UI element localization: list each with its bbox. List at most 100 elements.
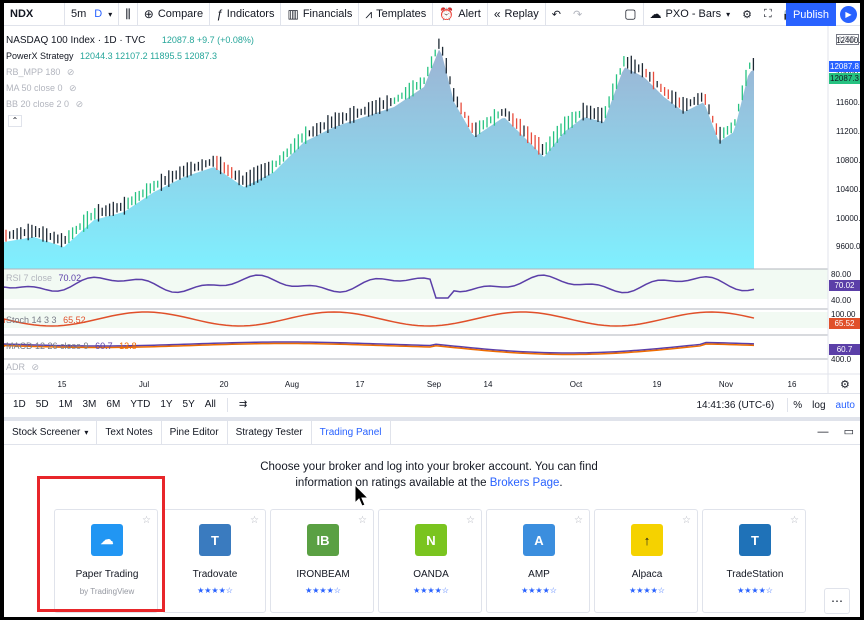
favorite-star-icon[interactable]: ☆ bbox=[682, 515, 691, 526]
price-tick-label: 10800.0 bbox=[836, 156, 860, 165]
play-icon: ▶ bbox=[845, 10, 852, 19]
rating-stars: ★★★★☆ bbox=[521, 586, 557, 595]
macd-legend[interactable]: MACD 12 26 close 9 60.7 13.8 bbox=[6, 341, 137, 351]
time-tick-label: Aug bbox=[285, 380, 299, 389]
broker-name: IRONBEAM bbox=[296, 569, 350, 580]
chart-canvas[interactable]: 12400.012000.011600.011200.010800.010400… bbox=[4, 26, 860, 393]
alert-button[interactable]: ⏰ Alert bbox=[433, 3, 487, 26]
more-options-button[interactable]: ⋯ bbox=[824, 588, 850, 614]
adr-legend[interactable]: ADR ⊘ bbox=[6, 362, 39, 373]
eye-hidden-icon[interactable]: ⊘ bbox=[69, 83, 77, 93]
chart-style-button[interactable]: ⫼ bbox=[119, 3, 137, 26]
favorite-star-icon[interactable]: ☆ bbox=[466, 515, 475, 526]
broker-name: AMP bbox=[528, 569, 550, 580]
financials-button[interactable]: ▥ Financials bbox=[281, 3, 358, 26]
indicator-legend-3[interactable]: BB 20 close 2 0 ⊘ bbox=[6, 99, 83, 110]
chart-type-selector[interactable]: ☁ PXO - Bars ▾ bbox=[644, 3, 737, 26]
tf-6m[interactable]: 6M bbox=[101, 399, 125, 410]
redo-button[interactable]: ↷ bbox=[567, 3, 588, 26]
tf-1d[interactable]: 1D bbox=[8, 399, 31, 410]
clock[interactable]: 14:41:36 (UTC-6) bbox=[691, 400, 779, 411]
tab-pine-editor[interactable]: Pine Editor bbox=[162, 420, 228, 445]
compare-button[interactable]: ⊕ Compare bbox=[138, 3, 209, 26]
eye-hidden-icon[interactable]: ⊘ bbox=[67, 67, 75, 77]
tradovate-logo-icon: T bbox=[199, 524, 231, 556]
tf-3m[interactable]: 3M bbox=[78, 399, 102, 410]
tf-5d[interactable]: 5D bbox=[31, 399, 54, 410]
collapse-legend-button[interactable]: ⌃ bbox=[8, 115, 22, 127]
layout-button[interactable]: ▢ bbox=[618, 3, 642, 26]
chart-area[interactable]: 12400.012000.011600.011200.010800.010400… bbox=[4, 26, 860, 393]
chevron-down-icon: ▾ bbox=[726, 9, 731, 19]
tab-trading-panel[interactable]: Trading Panel bbox=[312, 420, 391, 445]
oanda-logo-icon: N bbox=[415, 524, 447, 556]
templates-button[interactable]: ⩘ Templates bbox=[359, 3, 432, 26]
broker-card-ironbeam[interactable]: ☆ IB IRONBEAM ★★★★☆ bbox=[270, 509, 374, 613]
broker-card-tradovate[interactable]: ☆ T Tradovate ★★★★☆ bbox=[162, 509, 266, 613]
favorite-star-icon[interactable]: ☆ bbox=[790, 515, 799, 526]
indicator-legend-2[interactable]: MA 50 close 0 ⊘ bbox=[6, 83, 77, 94]
currency-badge[interactable]: USD bbox=[836, 34, 859, 45]
function-icon: ƒ bbox=[216, 7, 223, 21]
mouse-cursor-icon bbox=[354, 484, 370, 507]
settings-button[interactable]: ⚙ bbox=[736, 3, 758, 26]
auto-scale-toggle[interactable]: auto bbox=[831, 400, 860, 411]
rating-stars: ★★★★☆ bbox=[305, 586, 341, 595]
tf-all[interactable]: All bbox=[200, 399, 221, 410]
stoch-legend[interactable]: Stoch 14 3 3 65.52 bbox=[6, 315, 86, 325]
indicator-name: MA 50 close 0 bbox=[6, 83, 63, 93]
top-toolbar: NDX 5m D ▾ ⫼ ⊕ Compare ƒ Indicators ▥ Fi… bbox=[4, 3, 860, 26]
tab-stock-screener[interactable]: Stock Screener ▾ bbox=[4, 420, 98, 445]
tab-strategy-tester[interactable]: Strategy Tester bbox=[228, 420, 312, 445]
indicators-label: Indicators bbox=[226, 8, 275, 20]
price-tick-label: 10400.0 bbox=[836, 185, 860, 194]
price-change: 12087.8 +9.7 (+0.08%) bbox=[161, 35, 254, 45]
time-tick-label: 16 bbox=[788, 380, 797, 389]
undo-button[interactable]: ↶ bbox=[546, 3, 567, 26]
broker-name: OANDA bbox=[413, 569, 449, 580]
publish-label: Publish bbox=[792, 8, 830, 21]
favorite-star-icon[interactable]: ☆ bbox=[250, 515, 259, 526]
tf-ytd[interactable]: YTD bbox=[125, 399, 155, 410]
tradingview-app: NDX 5m D ▾ ⫼ ⊕ Compare ƒ Indicators ▥ Fi… bbox=[4, 3, 860, 617]
indicators-button[interactable]: ƒ Indicators bbox=[210, 3, 280, 26]
brokers-page-link[interactable]: Brokers Page bbox=[490, 477, 560, 489]
publish-button[interactable]: Publish bbox=[786, 3, 836, 26]
favorite-star-icon[interactable]: ☆ bbox=[358, 515, 367, 526]
time-tick-label: 14 bbox=[484, 380, 493, 389]
chevron-down-icon: ▾ bbox=[84, 428, 89, 437]
broker-name: TradeStation bbox=[726, 569, 784, 580]
replay-button[interactable]: « Replay bbox=[488, 3, 545, 26]
broker-card-amp[interactable]: ☆ A AMP ★★★★☆ bbox=[486, 509, 590, 613]
indicator-legend-1[interactable]: RB_MPP 180 ⊘ bbox=[6, 67, 74, 78]
eye-hidden-icon[interactable]: ⊘ bbox=[76, 99, 84, 109]
broker-card-oanda[interactable]: ☆ N OANDA ★★★★☆ bbox=[378, 509, 482, 613]
broker-card-alpaca[interactable]: ☆ ↑ Alpaca ★★★★☆ bbox=[594, 509, 698, 613]
rating-stars: ★★★★☆ bbox=[197, 586, 233, 595]
strategy-legend[interactable]: PowerX Strategy 12044.3 12107.2 11895.5 … bbox=[6, 51, 217, 61]
favorite-star-icon[interactable]: ☆ bbox=[574, 515, 583, 526]
timeframe-right: 14:41:36 (UTC-6) % log auto bbox=[691, 394, 860, 416]
eye-hidden-icon[interactable]: ⊘ bbox=[32, 362, 40, 372]
fullscreen-button[interactable]: ⛶ bbox=[758, 3, 778, 26]
broker-card-tradestation[interactable]: ☆ T TradeStation ★★★★☆ bbox=[702, 509, 806, 613]
tab-text-notes[interactable]: Text Notes bbox=[97, 420, 162, 445]
maximize-icon[interactable]: ▭ bbox=[844, 426, 854, 438]
percent-scale-toggle[interactable]: % bbox=[788, 400, 807, 411]
tf-1m[interactable]: 1M bbox=[54, 399, 78, 410]
play-button[interactable]: ▶ bbox=[840, 6, 857, 23]
interval-selector[interactable]: 5m D ▾ bbox=[65, 3, 118, 26]
minimize-icon[interactable]: — bbox=[818, 426, 829, 438]
rsi-legend[interactable]: RSI 7 close 70.02 bbox=[6, 273, 81, 283]
goto-date-button[interactable]: ⇉ bbox=[234, 399, 252, 410]
tf-1y[interactable]: 1Y bbox=[155, 399, 177, 410]
tf-5y[interactable]: 5Y bbox=[178, 399, 200, 410]
broker-message-line1: Choose your broker and log into your bro… bbox=[260, 461, 598, 473]
macd-signal-value: 13.8 bbox=[119, 341, 137, 351]
broker-name: Alpaca bbox=[631, 569, 663, 580]
time-tick-label: 19 bbox=[653, 380, 662, 389]
symbol-search[interactable]: NDX bbox=[4, 3, 64, 26]
main-legend[interactable]: NASDAQ 100 Index · 1D · TVC 12087.8 +9.7… bbox=[6, 35, 254, 46]
log-scale-toggle[interactable]: log bbox=[807, 400, 830, 411]
axis-settings-button[interactable]: ⚙ bbox=[840, 378, 850, 391]
